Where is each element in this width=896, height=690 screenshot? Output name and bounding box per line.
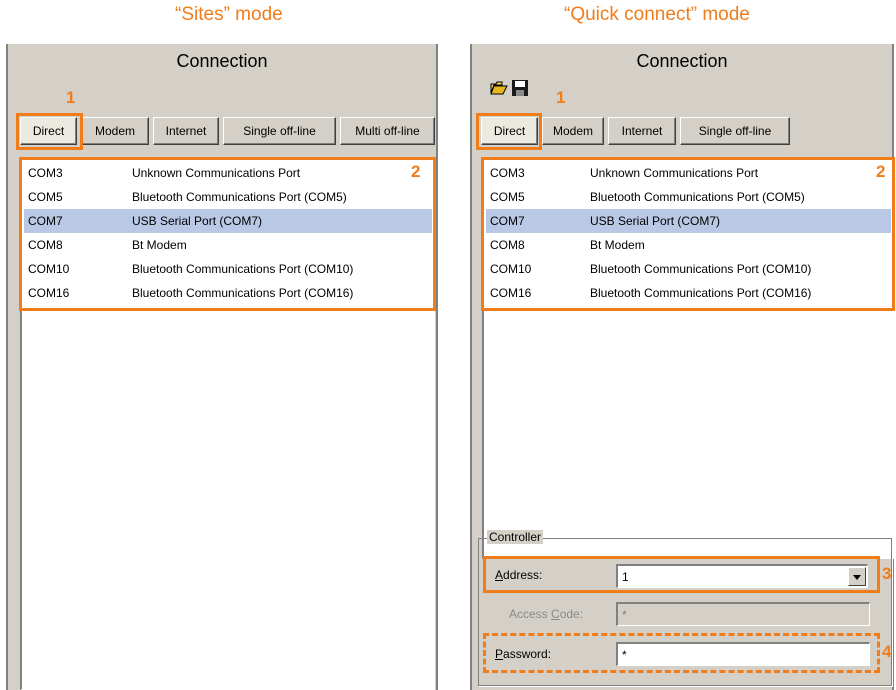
access-code-field: * — [616, 602, 870, 626]
callout-2: 2 — [876, 162, 886, 181]
address-value: 1 — [622, 570, 629, 584]
highlight-direct-tab — [476, 113, 542, 150]
tab-internet[interactable]: Internet — [608, 117, 676, 145]
password-field[interactable]: * — [616, 642, 870, 666]
address-label: Address: — [495, 568, 543, 582]
quick-connect-mode-title: “Quick connect” mode — [564, 4, 750, 25]
tab-modem[interactable]: Modem — [542, 117, 604, 145]
open-folder-icon[interactable] — [490, 81, 508, 95]
password-label: Password: — [495, 647, 552, 661]
connection-panel-sites: Connection 1 Direct Modem Internet Singl… — [6, 44, 438, 690]
panel-title: Connection — [176, 51, 268, 71]
highlight-direct-tab — [16, 113, 83, 150]
access-code-label: Access Code: — [509, 607, 584, 621]
tab-single-offline[interactable]: Single off-line — [223, 117, 336, 145]
tab-multi-offline[interactable]: Multi off-line — [340, 117, 435, 145]
callout-4: 4 — [882, 642, 892, 661]
callout-1: 1 — [66, 88, 76, 107]
controller-group-label: Controller — [487, 530, 544, 544]
callout-2: 2 — [411, 162, 421, 181]
tab-modem[interactable]: Modem — [81, 117, 149, 145]
callout-1: 1 — [556, 88, 566, 107]
tab-single-offline[interactable]: Single off-line — [680, 117, 790, 145]
highlight-port-list — [481, 157, 895, 311]
chevron-down-icon[interactable] — [848, 567, 866, 586]
tab-internet[interactable]: Internet — [153, 117, 219, 145]
callout-3: 3 — [882, 564, 892, 583]
connection-panel-quick: Connection 1 Direct Modem Internet Singl… — [470, 44, 895, 690]
highlight-port-list — [19, 157, 436, 311]
panel-title: Connection — [636, 51, 728, 71]
save-disk-icon[interactable] — [511, 79, 529, 97]
address-combobox[interactable]: 1 — [616, 564, 868, 588]
sites-mode-title: “Sites” mode — [175, 4, 283, 25]
